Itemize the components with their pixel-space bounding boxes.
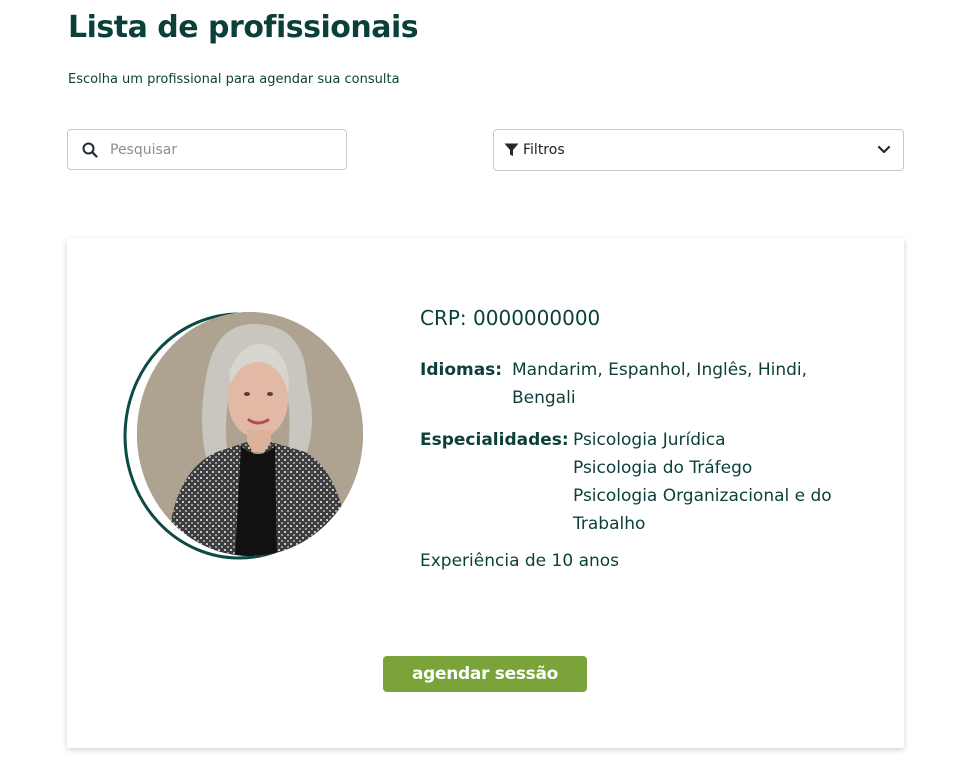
specialties-list: Psicologia Jurídica Psicologia do Tráfeg… bbox=[573, 426, 853, 538]
search-box[interactable] bbox=[67, 129, 347, 170]
funnel-icon bbox=[504, 143, 519, 157]
page-subtitle: Escolha um profissional para agendar sua… bbox=[68, 72, 400, 87]
chevron-down-icon bbox=[877, 145, 891, 155]
filters-dropdown[interactable]: Filtros bbox=[493, 129, 904, 171]
professional-card: CRP: 0000000000 Idiomas: Mandarim, Espan… bbox=[67, 238, 904, 748]
search-icon bbox=[82, 142, 98, 158]
avatar bbox=[137, 312, 363, 556]
search-input[interactable] bbox=[108, 140, 332, 159]
page: Lista de profissionais Escolha um profis… bbox=[0, 0, 961, 766]
book-session-button[interactable]: agendar sessão bbox=[383, 656, 587, 692]
specialty-item: Psicologia Jurídica bbox=[573, 430, 726, 450]
specialties-label: Especialidades: bbox=[420, 430, 569, 450]
specialty-item: Psicologia do Tráfego bbox=[573, 458, 753, 478]
crp-number: CRP: 0000000000 bbox=[420, 306, 601, 330]
profile-photo-frame bbox=[123, 310, 367, 562]
languages-label: Idiomas: bbox=[420, 360, 503, 380]
languages-line: Mandarim, Espanhol, Inglês, Hindi, bbox=[512, 360, 808, 380]
languages-value: Mandarim, Espanhol, Inglês, Hindi, Benga… bbox=[512, 356, 812, 412]
specialty-item: Psicologia Organizacional e do bbox=[573, 486, 832, 506]
experience-text: Experiência de 10 anos bbox=[420, 551, 620, 571]
page-title: Lista de profissionais bbox=[68, 10, 419, 45]
specialty-item: Trabalho bbox=[573, 514, 646, 534]
languages-line: Bengali bbox=[512, 388, 576, 408]
filters-label: Filtros bbox=[523, 142, 565, 158]
